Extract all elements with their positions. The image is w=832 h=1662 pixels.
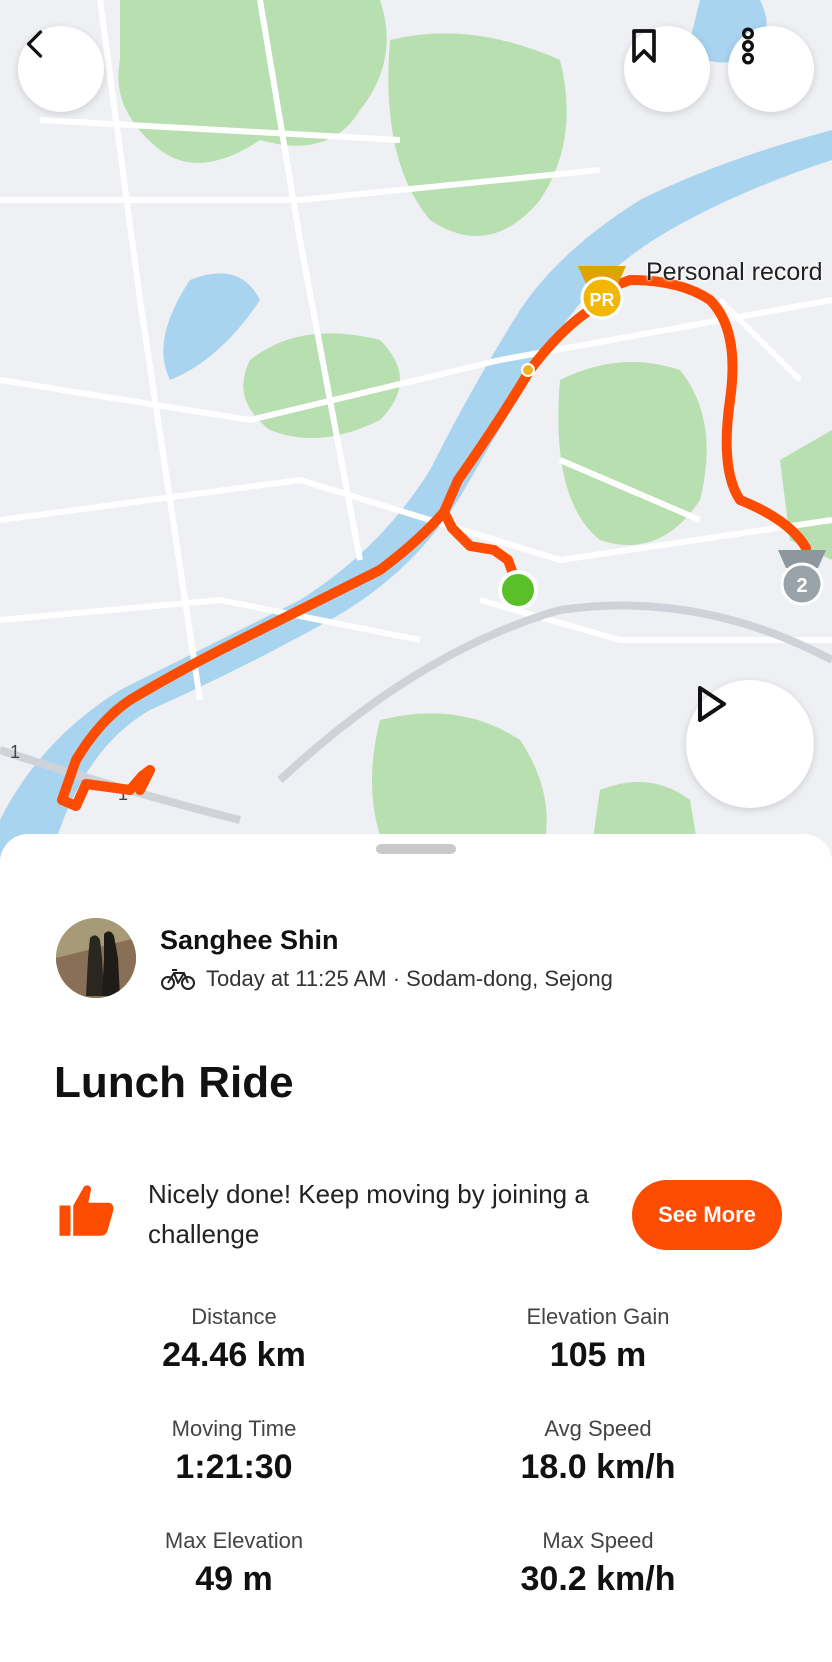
stat-label: Max Speed xyxy=(542,1528,654,1553)
stat-value: 30.2 km/h xyxy=(520,1560,676,1598)
drag-handle[interactable] xyxy=(376,844,456,854)
lake xyxy=(163,273,260,380)
more-options-button[interactable] xyxy=(728,26,814,112)
silver-medal-icon[interactable]: 2 xyxy=(778,550,826,606)
more-vertical-icon xyxy=(741,27,754,65)
stat-label: Moving Time xyxy=(171,1416,297,1441)
stat-max-elevation: Max Elevation 49 m xyxy=(54,1528,414,1599)
avatar-image xyxy=(56,918,136,998)
stat-value: 24.46 km xyxy=(162,1336,306,1374)
stat-moving-time: Moving Time 1:21:30 xyxy=(54,1416,414,1487)
segment-marker xyxy=(521,363,535,377)
stat-value: 18.0 km/h xyxy=(520,1448,676,1486)
start-marker xyxy=(498,570,538,610)
back-button[interactable] xyxy=(18,26,104,112)
athlete-header[interactable]: Sanghee Shin Today at 11:25 AM · Sodam-d… xyxy=(56,918,613,998)
stat-value: 105 m xyxy=(549,1336,647,1374)
stat-avg-speed: Avg Speed 18.0 km/h xyxy=(418,1416,778,1487)
stat-distance: Distance 24.46 km xyxy=(54,1304,414,1375)
activity-details-sheet: Sanghee Shin Today at 11:25 AM · Sodam-d… xyxy=(0,834,832,1662)
play-icon xyxy=(698,686,726,722)
activity-screen: 1 1 PR 2 Personal record Sanghee Shin To… xyxy=(0,0,832,1662)
park-area xyxy=(558,362,707,545)
route-map[interactable]: 1 1 PR 2 Personal record xyxy=(0,0,832,860)
stat-max-speed: Max Speed 30.2 km/h xyxy=(418,1528,778,1599)
svg-text:PR: PR xyxy=(589,290,614,310)
pr-medal-icon[interactable]: PR xyxy=(578,266,626,320)
road-label: 1 xyxy=(10,742,20,762)
activity-meta: Today at 11:25 AM · Sodam-dong, Sejong xyxy=(206,965,613,991)
stat-label: Max Elevation xyxy=(164,1528,304,1553)
avatar[interactable] xyxy=(56,918,136,998)
see-more-button[interactable]: See More xyxy=(632,1180,782,1250)
stat-value: 1:21:30 xyxy=(175,1448,293,1486)
bookmark-icon xyxy=(632,29,656,63)
bookmark-button[interactable] xyxy=(624,26,710,112)
chevron-left-icon xyxy=(26,30,43,58)
pr-label: Personal record xyxy=(646,258,823,286)
athlete-name[interactable]: Sanghee Shin xyxy=(160,925,613,956)
stat-value: 49 m xyxy=(195,1560,273,1598)
svg-text:2: 2 xyxy=(796,575,807,597)
stat-label: Elevation Gain xyxy=(526,1304,670,1329)
bike-icon xyxy=(161,968,195,990)
stat-elevation-gain: Elevation Gain 105 m xyxy=(418,1304,778,1375)
thumbs-up-icon xyxy=(59,1185,114,1236)
activity-title: Lunch Ride xyxy=(54,1058,294,1107)
play-flyover-button[interactable] xyxy=(686,680,814,808)
challenge-text: Nicely done! Keep moving by joining a ch… xyxy=(148,1179,589,1249)
park-area xyxy=(388,33,567,237)
stat-label: Avg Speed xyxy=(544,1416,652,1441)
challenge-prompt: Nicely done! Keep moving by joining a ch… xyxy=(54,1170,784,1266)
stat-label: Distance xyxy=(191,1304,277,1329)
